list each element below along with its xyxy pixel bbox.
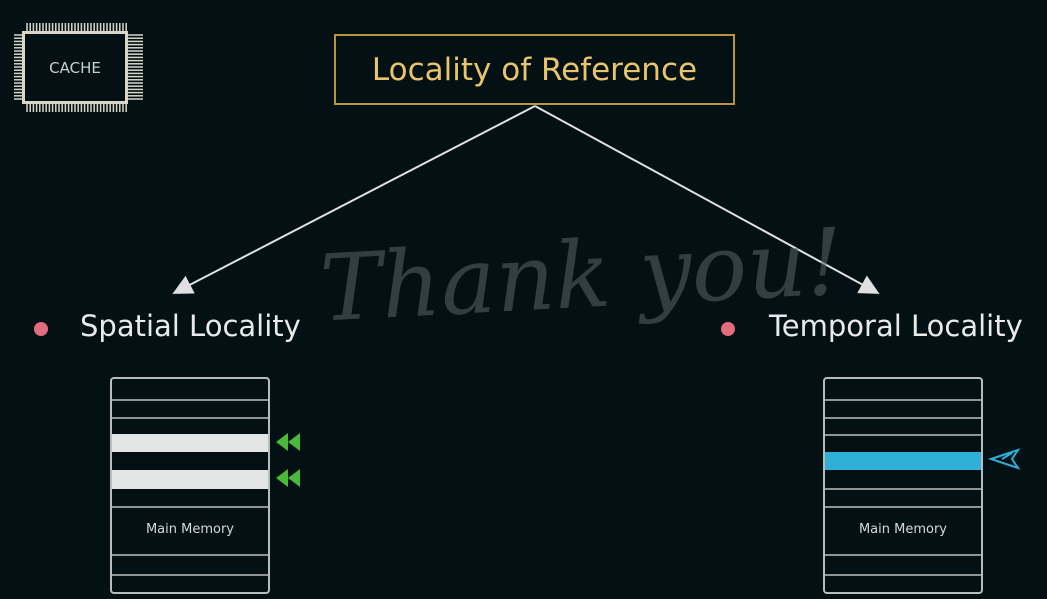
accessed-block: [825, 452, 981, 470]
main-memory-temporal: Main Memory: [823, 377, 983, 594]
spatial-heading: Spatial Locality: [80, 309, 301, 343]
memory-label: Main Memory: [145, 522, 235, 537]
bullet-icon: [34, 322, 48, 336]
spatial-arrow-icon: [276, 433, 300, 487]
temporal-heading: Temporal Locality: [769, 309, 1023, 343]
bullet-icon: [721, 322, 735, 336]
cache-label: CACHE: [49, 58, 101, 77]
main-memory-spatial: Main Memory: [110, 377, 270, 594]
memory-label: Main Memory: [858, 522, 948, 537]
page-title: Locality of Reference: [334, 34, 735, 105]
temporal-arrow-icon: [987, 448, 1021, 470]
accessed-block: [112, 434, 268, 452]
accessed-block: [112, 470, 268, 489]
